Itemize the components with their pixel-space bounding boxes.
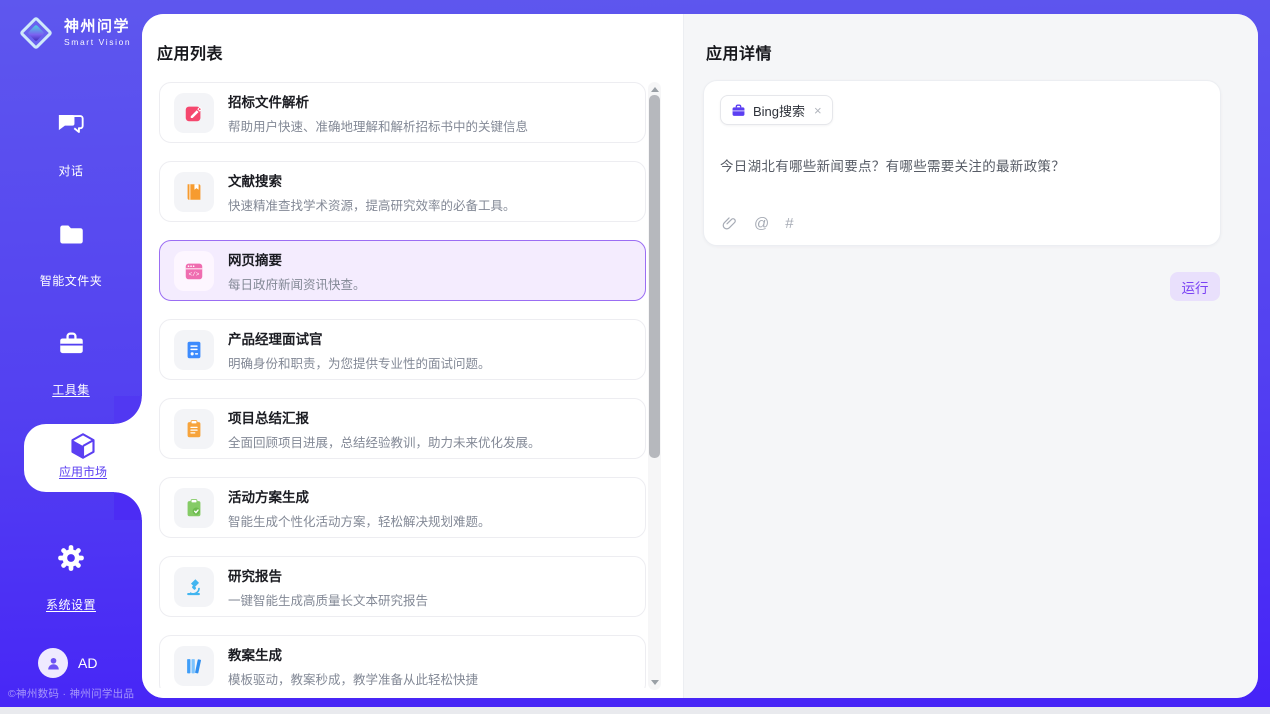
sidebar-item-settings[interactable]: 系统设置 <box>0 544 142 614</box>
brand-subtitle: Smart Vision <box>64 38 131 48</box>
clipboard-icon <box>174 409 214 449</box>
sidebar-item-label: 工具集 <box>52 381 90 398</box>
scroll-down-arrow-icon[interactable] <box>651 680 659 685</box>
toolbox-icon <box>0 329 142 357</box>
tool-tag-label: Bing搜索 <box>753 101 805 120</box>
svg-text:</>: </> <box>189 271 200 278</box>
sidebar-footer: ©神州数码 · 神州问学出品 <box>8 686 142 701</box>
sidebar: 神州问学 Smart Vision 对话 智能文件夹 <box>0 0 142 707</box>
app-name: 招标文件解析 <box>228 91 528 111</box>
app-window: 神州问学 Smart Vision 对话 智能文件夹 <box>0 0 1270 707</box>
resume-icon <box>174 330 214 370</box>
microscope-icon <box>174 567 214 607</box>
sidebar-item-smart-folder[interactable]: 智能文件夹 <box>0 220 142 290</box>
app-name: 研究报告 <box>228 565 428 585</box>
clipboard-check-icon <box>174 488 214 528</box>
app-card-lesson-plan[interactable]: 教案生成 模板驱动，教案秒成，教学准备从此轻松快捷 <box>159 635 646 688</box>
app-card-pm-interviewer[interactable]: 产品经理面试官 明确身份和职责，为您提供专业性的面试问题。 <box>159 319 646 380</box>
app-name: 网页摘要 <box>228 249 366 269</box>
app-name: 文献搜索 <box>228 170 516 190</box>
chat-icon <box>0 110 142 138</box>
app-card-event-plan[interactable]: 活动方案生成 智能生成个性化活动方案，轻松解决规划难题。 <box>159 477 646 538</box>
app-name: 产品经理面试官 <box>228 328 491 348</box>
brand-logo: 神州问学 Smart Vision <box>16 13 131 53</box>
edit-square-icon <box>174 93 214 133</box>
app-card-web-summary[interactable]: </> 网页摘要 每日政府新闻资讯快查。 <box>159 240 646 301</box>
brand-name: 神州问学 <box>64 18 131 35</box>
sidebar-item-app-market[interactable]: 应用市场 <box>24 424 142 492</box>
app-detail-title: 应用详情 <box>706 40 772 64</box>
app-desc: 模板驱动，教案秒成，教学准备从此轻松快捷 <box>228 669 478 688</box>
tool-tag-close-icon[interactable]: × <box>814 103 822 118</box>
query-toolbar: @ # <box>721 215 794 232</box>
gear-icon <box>0 544 142 572</box>
query-input[interactable]: 今日湖北有哪些新闻要点？有哪些需要关注的最新政策？ <box>720 155 1204 175</box>
app-card-research-report[interactable]: 研究报告 一键智能生成高质量长文本研究报告 <box>159 556 646 617</box>
sidebar-item-label: 应用市场 <box>59 465 107 479</box>
query-card: Bing搜索 × 今日湖北有哪些新闻要点？有哪些需要关注的最新政策？ @ # <box>703 80 1221 246</box>
app-list: 招标文件解析 帮助用户快速、准确地理解和解析招标书中的关键信息 文献搜索 <box>159 82 646 688</box>
app-desc: 每日政府新闻资讯快查。 <box>228 274 366 293</box>
app-name: 活动方案生成 <box>228 486 491 506</box>
app-desc: 一键智能生成高质量长文本研究报告 <box>228 590 428 609</box>
app-list-scrollbar[interactable] <box>648 82 661 690</box>
person-icon <box>45 655 62 672</box>
sidebar-item-toolset[interactable]: 工具集 <box>0 329 142 399</box>
app-list-section: 应用列表 招标文件解析 帮助用户快速、准确地理解和解析招标书中的关键信息 <box>142 14 683 698</box>
scroll-up-arrow-icon[interactable] <box>651 87 659 92</box>
app-card-bid-parse[interactable]: 招标文件解析 帮助用户快速、准确地理解和解析招标书中的关键信息 <box>159 82 646 143</box>
app-card-literature-search[interactable]: 文献搜索 快速精准查找学术资源，提高研究效率的必备工具。 <box>159 161 646 222</box>
sidebar-item-label: 智能文件夹 <box>40 272 103 289</box>
app-desc: 帮助用户快速、准确地理解和解析招标书中的关键信息 <box>228 116 528 135</box>
at-icon[interactable]: @ <box>754 215 769 232</box>
app-list-title: 应用列表 <box>157 40 223 64</box>
briefcase-icon <box>731 103 746 118</box>
user-name: AD <box>78 655 97 671</box>
scrollbar-thumb[interactable] <box>649 95 660 458</box>
avatar <box>38 648 68 678</box>
hash-icon[interactable]: # <box>785 215 793 232</box>
browser-code-icon: </> <box>174 251 214 291</box>
run-button[interactable]: 运行 <box>1170 272 1220 301</box>
app-card-project-summary[interactable]: 项目总结汇报 全面回顾项目进展，总结经验教训，助力未来优化发展。 <box>159 398 646 459</box>
paperclip-icon[interactable] <box>721 215 738 232</box>
tool-tag-bing-search[interactable]: Bing搜索 × <box>720 95 833 125</box>
brand-diamond-icon <box>16 13 56 53</box>
folder-icon <box>0 220 142 248</box>
app-desc: 明确身份和职责，为您提供专业性的面试问题。 <box>228 353 491 372</box>
app-desc: 智能生成个性化活动方案，轻松解决规划难题。 <box>228 511 491 530</box>
app-name: 项目总结汇报 <box>228 407 541 427</box>
app-desc: 快速精准查找学术资源，提高研究效率的必备工具。 <box>228 195 516 214</box>
cube-icon <box>24 429 142 463</box>
sidebar-item-label: 对话 <box>58 162 83 179</box>
app-name: 教案生成 <box>228 644 478 664</box>
sidebar-item-chat[interactable]: 对话 <box>0 110 142 180</box>
app-detail-section: 应用详情 Bing搜索 × 今日湖北有哪些新闻要点？有哪些需要关注的最新政策？ <box>683 14 1258 698</box>
sidebar-item-label: 系统设置 <box>46 596 96 613</box>
user-account[interactable]: AD <box>38 648 97 678</box>
book-icon <box>174 172 214 212</box>
app-desc: 全面回顾项目进展，总结经验教训，助力未来优化发展。 <box>228 432 541 451</box>
content-panel: 应用列表 招标文件解析 帮助用户快速、准确地理解和解析招标书中的关键信息 <box>142 14 1258 698</box>
books-icon <box>174 646 214 686</box>
